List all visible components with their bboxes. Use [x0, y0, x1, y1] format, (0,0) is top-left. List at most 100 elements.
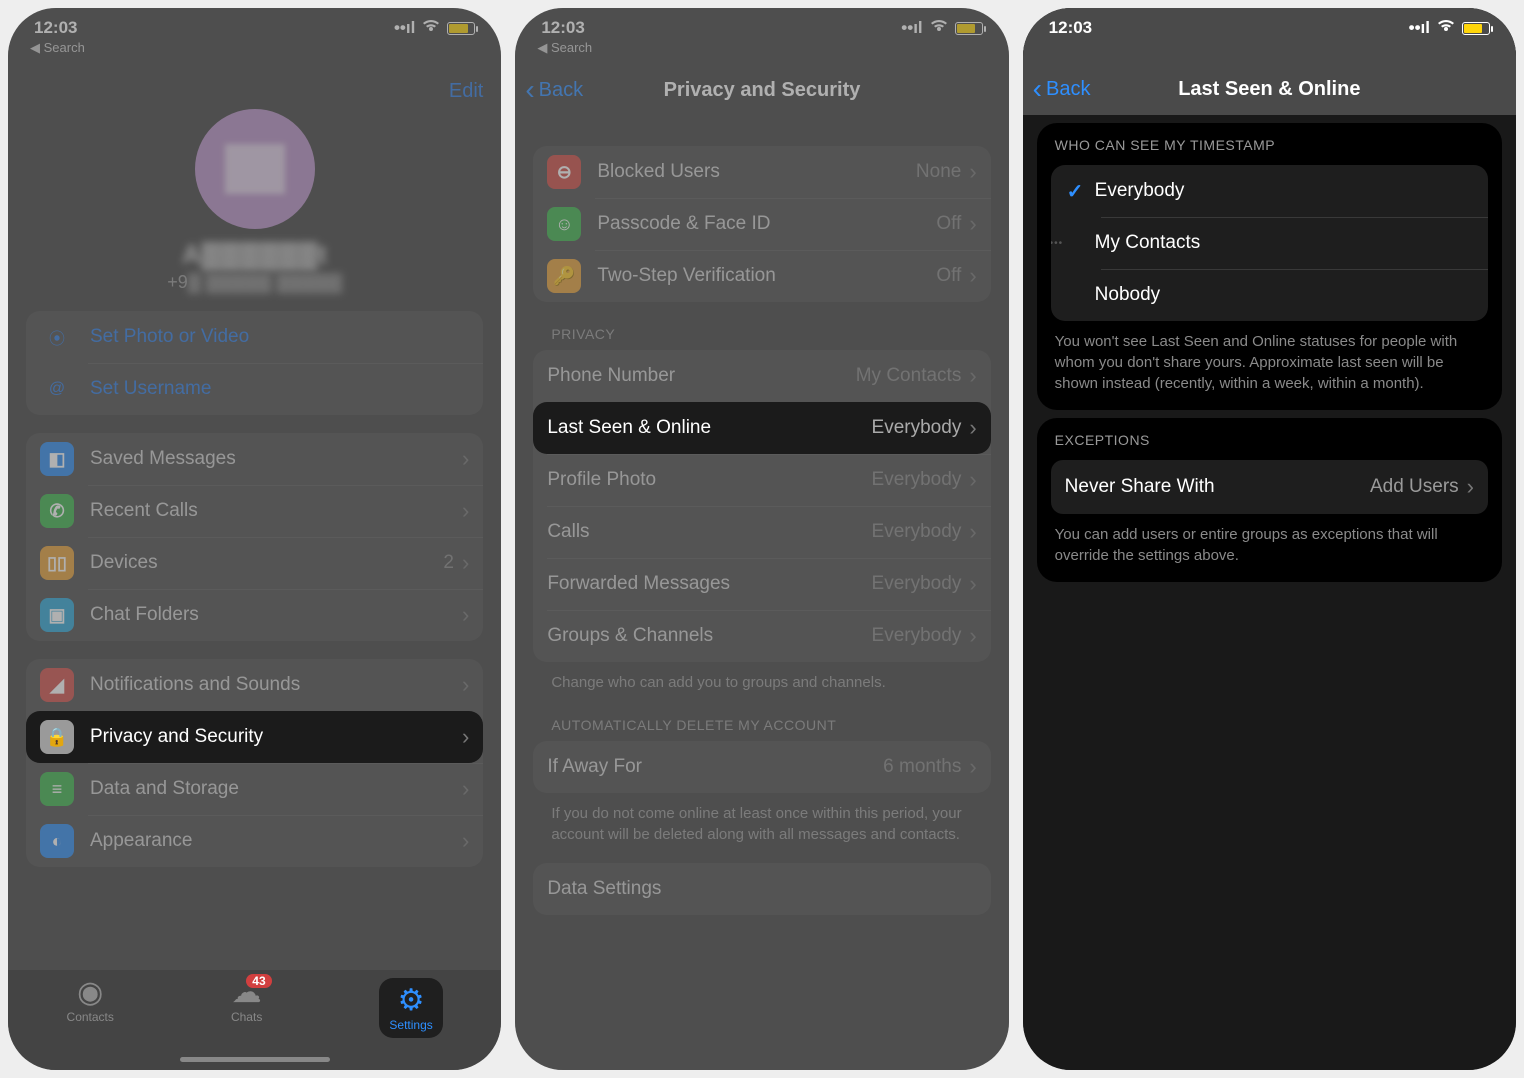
avatar[interactable] [195, 109, 315, 229]
section-header-privacy: PRIVACY [533, 302, 990, 350]
calls-row[interactable]: Calls Everybody› [533, 506, 990, 558]
chat-icon: ☁43 [232, 978, 262, 1008]
two-step-row[interactable]: 🔑 Two-Step Verification Off› [533, 250, 990, 302]
page-title: Privacy and Security [515, 79, 1008, 102]
chevron-right-icon: › [462, 724, 469, 750]
chevron-right-icon: › [462, 550, 469, 576]
wifi-icon [421, 18, 441, 38]
bell-icon: ◢ [40, 668, 74, 702]
page-title: Last Seen & Online [1023, 78, 1516, 101]
chevron-right-icon: › [462, 602, 469, 628]
tab-settings[interactable]: ⚙ Settings [379, 978, 442, 1038]
chevron-right-icon: › [969, 467, 976, 493]
chevron-right-icon: › [969, 159, 976, 185]
chevron-right-icon: › [462, 828, 469, 854]
faceid-icon: ☺ [547, 207, 581, 241]
phone-icon: ✆ [40, 494, 74, 528]
chevron-right-icon: › [462, 498, 469, 524]
chevron-left-icon: ‹ [525, 74, 534, 106]
chat-folders-row[interactable]: ▣ Chat Folders› [26, 589, 483, 641]
chevron-right-icon: › [462, 776, 469, 802]
exceptions-card: EXCEPTIONS Never Share With Add Users › … [1037, 418, 1502, 582]
person-icon: ◉ [77, 978, 103, 1008]
nav-bar: ‹Back Privacy and Security [515, 56, 1008, 116]
chevron-right-icon: › [969, 363, 976, 389]
checkmark-icon: ✓ [1067, 179, 1095, 204]
never-share-row[interactable]: Never Share With Add Users › [1051, 460, 1488, 514]
battery-icon [1462, 22, 1490, 35]
devices-row[interactable]: ▯▯ Devices 2 › [26, 537, 483, 589]
status-time: 12:03 [1049, 18, 1092, 38]
appearance-icon: ◐ [40, 824, 74, 858]
chevron-right-icon: › [969, 263, 976, 289]
tab-chats[interactable]: ☁43 Chats [231, 978, 262, 1024]
signal-icon: ••ıl [394, 18, 415, 38]
status-time: 12:03 [541, 18, 584, 38]
timestamp-card: WHO CAN SEE MY TIMESTAMP ✓ Everybody •••… [1037, 123, 1502, 410]
tab-contacts[interactable]: ◉ Contacts [67, 978, 114, 1024]
groups-footer: Change who can add you to groups and cha… [533, 662, 990, 693]
back-button[interactable]: ‹Back [1033, 73, 1091, 105]
chevron-right-icon: › [462, 446, 469, 472]
status-bar: 12:03 ••ıl [8, 8, 501, 40]
screen-settings: 12:03 ••ıl ◀ Search Edit A▓▓▓▓▓▓t +9▓ ▓▓… [8, 8, 501, 1070]
profile-name: A▓▓▓▓▓▓t [26, 239, 483, 270]
notifications-row[interactable]: ◢ Notifications and Sounds› [26, 659, 483, 711]
chevron-right-icon: › [969, 623, 976, 649]
chevron-right-icon: › [462, 672, 469, 698]
wifi-icon [1436, 18, 1456, 38]
home-indicator[interactable] [180, 1057, 330, 1062]
chevron-right-icon: › [969, 211, 976, 237]
option-everybody[interactable]: ✓ Everybody [1051, 165, 1488, 217]
appearance-row[interactable]: ◐ Appearance› [26, 815, 483, 867]
edit-button[interactable]: Edit [449, 80, 483, 103]
data-settings-row[interactable]: Data Settings [533, 863, 990, 915]
data-storage-row[interactable]: ≡ Data and Storage› [26, 763, 483, 815]
screen-privacy-security: 12:03 ••ıl ◀ Search ‹Back Privacy and Se… [515, 8, 1008, 1070]
minus-circle-icon: ⊖ [547, 155, 581, 189]
status-time: 12:03 [34, 18, 77, 38]
battery-icon [447, 22, 475, 35]
section-header-who: WHO CAN SEE MY TIMESTAMP [1037, 137, 1502, 165]
battery-icon [955, 22, 983, 35]
back-button[interactable]: ‹Back [525, 74, 583, 106]
profile-photo-row[interactable]: Profile Photo Everybody› [533, 454, 990, 506]
breadcrumb-back[interactable]: ◀ Search [515, 40, 1008, 56]
chevron-right-icon: › [969, 571, 976, 597]
chevron-left-icon: ‹ [1033, 73, 1042, 105]
who-footer: You won't see Last Seen and Online statu… [1037, 321, 1502, 394]
recent-calls-row[interactable]: ✆ Recent Calls› [26, 485, 483, 537]
privacy-security-row[interactable]: 🔒 Privacy and Security› [26, 711, 483, 763]
set-photo-row[interactable]: ⦿ Set Photo or Video [26, 311, 483, 363]
nav-bar: ‹Back Last Seen & Online [1023, 55, 1516, 115]
status-bar: 12:03 ••ıl [1023, 8, 1516, 40]
chevron-right-icon: › [969, 519, 976, 545]
devices-icon: ▯▯ [40, 546, 74, 580]
saved-messages-row[interactable]: ◧ Saved Messages› [26, 433, 483, 485]
set-username-row[interactable]: @ Set Username [26, 363, 483, 415]
signal-icon: ••ıl [1409, 18, 1430, 38]
blocked-users-row[interactable]: ⊖ Blocked Users None› [533, 146, 990, 198]
key-icon: 🔑 [547, 259, 581, 293]
exceptions-footer: You can add users or entire groups as ex… [1037, 514, 1502, 566]
passcode-row[interactable]: ☺ Passcode & Face ID Off› [533, 198, 990, 250]
option-my-contacts[interactable]: ••••• My Contacts [1051, 217, 1488, 269]
section-header-auto-delete: AUTOMATICALLY DELETE MY ACCOUNT [533, 693, 990, 741]
profile-phone: +9▓ ▓▓▓▓▓ ▓▓▓▓▓ [26, 272, 483, 293]
option-nobody[interactable]: Nobody [1051, 269, 1488, 321]
last-seen-row[interactable]: Last Seen & Online Everybody› [533, 402, 990, 454]
away-row[interactable]: If Away For 6 months› [533, 741, 990, 793]
away-footer: If you do not come online at least once … [533, 793, 990, 845]
chevron-right-icon: › [969, 754, 976, 780]
chevron-right-icon: › [1467, 474, 1474, 500]
lock-icon: 🔒 [40, 720, 74, 754]
forwarded-row[interactable]: Forwarded Messages Everybody› [533, 558, 990, 610]
badge-count: 43 [246, 974, 271, 988]
phone-number-row[interactable]: Phone Number My Contacts› [533, 350, 990, 402]
bookmark-icon: ◧ [40, 442, 74, 476]
folder-icon: ▣ [40, 598, 74, 632]
at-icon: @ [40, 372, 74, 406]
groups-channels-row[interactable]: Groups & Channels Everybody› [533, 610, 990, 662]
breadcrumb-back[interactable]: ◀ Search [8, 40, 501, 56]
screen-last-seen: 12:03 ••ıl . ‹Back Last Seen & Online WH… [1023, 8, 1516, 1070]
